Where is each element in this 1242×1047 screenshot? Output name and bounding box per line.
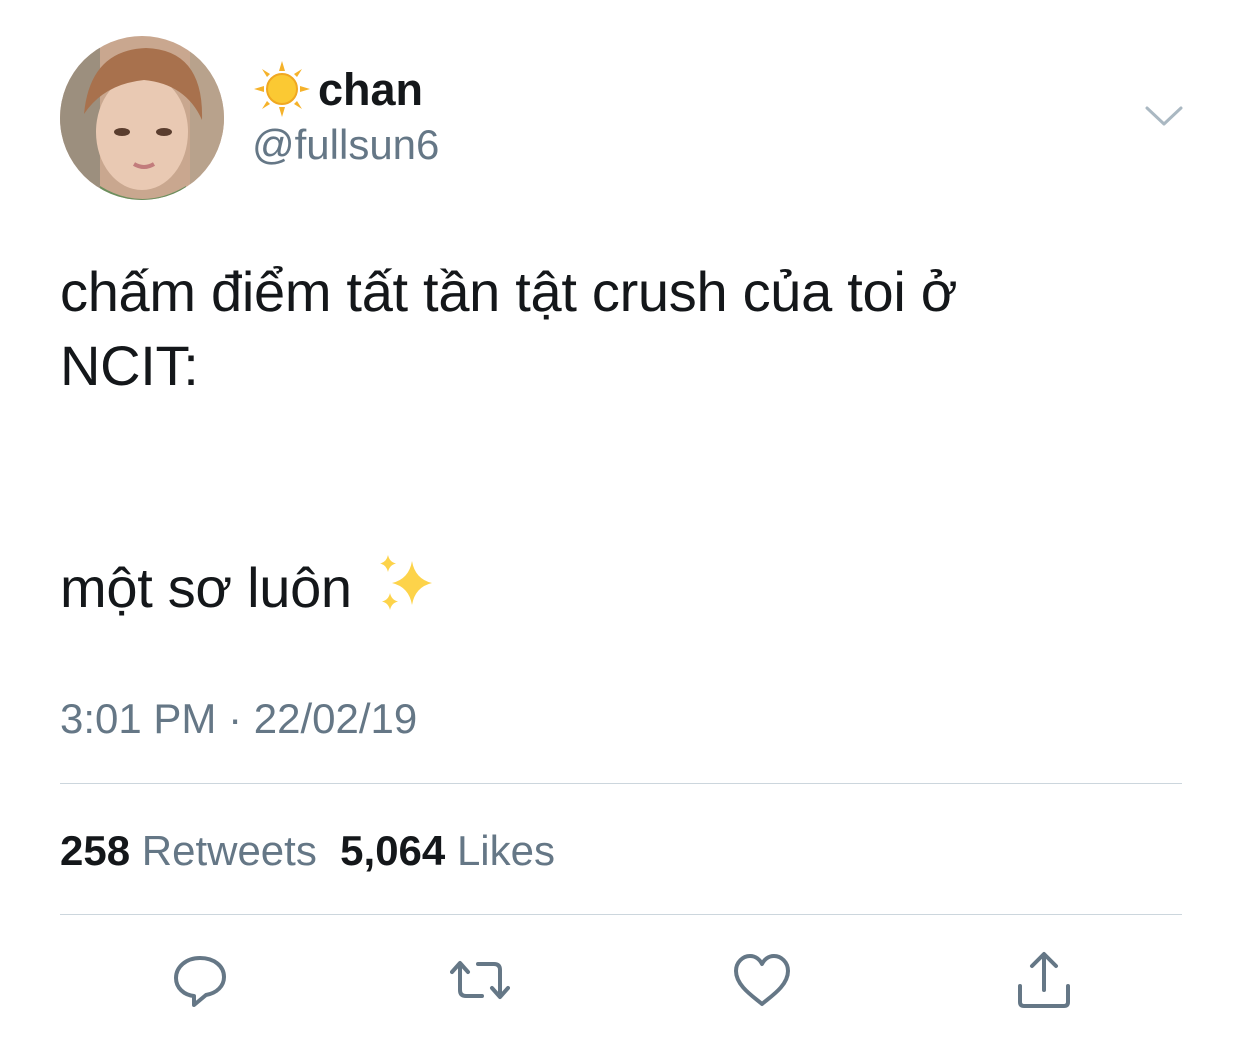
sun-icon xyxy=(254,61,310,117)
share-icon xyxy=(1018,952,1070,1008)
sparkles-icon xyxy=(379,555,432,610)
chevron-down-icon[interactable] xyxy=(1140,96,1188,136)
divider xyxy=(60,783,1182,784)
tweet-time: 3:01 PM xyxy=(60,695,217,742)
retweet-button[interactable] xyxy=(450,950,510,1010)
retweets-label: Retweets xyxy=(141,827,317,874)
tweet-text-content: một sơ luôn xyxy=(60,556,352,619)
likes-count: 5,064 xyxy=(340,827,446,874)
retweet-icon xyxy=(450,961,510,999)
retweets-stat[interactable]: 258 Retweets xyxy=(60,827,317,874)
tweet-text-line: chấm điểm tất tần tật crush của toi ở xyxy=(60,260,958,323)
tweet-text-gap xyxy=(60,403,1200,551)
tweet-timestamp[interactable]: 3:01 PM · 22/02/19 xyxy=(60,694,417,744)
reply-button[interactable] xyxy=(170,950,230,1010)
tweet-date: 22/02/19 xyxy=(253,695,418,742)
divider xyxy=(60,914,1182,915)
display-name: chan xyxy=(318,63,424,115)
tweet-text-line: một sơ luôn xyxy=(60,551,1200,625)
author-name[interactable]: chan xyxy=(252,58,423,120)
author-handle[interactable]: @fullsun6 xyxy=(252,124,439,166)
like-button[interactable] xyxy=(732,950,792,1010)
avatar-image xyxy=(60,36,224,200)
avatar[interactable] xyxy=(60,36,224,200)
like-icon xyxy=(734,954,790,1006)
timestamp-separator: · xyxy=(228,695,243,742)
tweet-text-line: NCIT: xyxy=(60,334,199,397)
share-button[interactable] xyxy=(1014,950,1074,1010)
likes-stat[interactable]: 5,064 Likes xyxy=(340,827,555,874)
retweets-count: 258 xyxy=(60,827,131,874)
tweet-stats: 258 Retweets 5,064 Likes xyxy=(60,826,555,876)
tweet-text: chấm điểm tất tần tật crush của toi ở NC… xyxy=(60,255,1200,625)
likes-label: Likes xyxy=(456,827,556,874)
reply-icon xyxy=(174,956,226,1007)
